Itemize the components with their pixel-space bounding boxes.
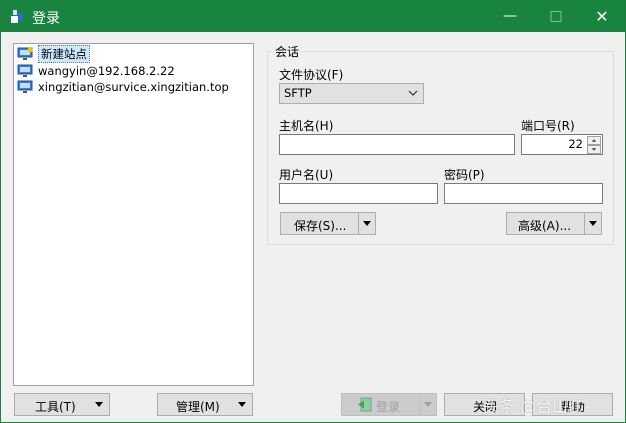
close-window-button[interactable]: ✕ xyxy=(579,1,625,32)
maximize-button[interactable]: □ xyxy=(533,1,579,32)
username-input[interactable] xyxy=(279,183,438,204)
session-group-label: 会话 xyxy=(273,43,302,60)
save-button-label: 保存(S)... xyxy=(294,219,347,233)
minimize-button[interactable]: — xyxy=(487,1,533,32)
protocol-select[interactable]: SFTP xyxy=(279,83,424,104)
port-label: 端口号(R) xyxy=(521,119,575,133)
winscp-app-icon xyxy=(11,10,23,23)
save-button[interactable]: 保存(S)... xyxy=(280,212,376,235)
dropdown-arrow-icon[interactable] xyxy=(359,213,376,234)
tools-button-label: 工具(T) xyxy=(35,400,76,414)
monitor-icon xyxy=(17,64,33,77)
protocol-value: SFTP xyxy=(284,86,312,100)
manage-button[interactable]: 管理(M) xyxy=(157,393,253,416)
site-item-new[interactable]: 新建站点 xyxy=(17,45,90,63)
new-site-monitor-icon xyxy=(17,47,33,60)
title-bar[interactable]: 登录 — □ ✕ xyxy=(1,1,625,32)
advanced-button-label: 高级(A)... xyxy=(518,219,572,233)
window-title: 登录 xyxy=(32,11,60,27)
site-tree[interactable]: 新建站点 wangyin@192.168.2.22 xingzitian@sur… xyxy=(13,43,254,386)
advanced-button[interactable]: 高级(A)... xyxy=(506,212,602,235)
site-item-wangyin[interactable]: wangyin@192.168.2.22 xyxy=(17,63,175,79)
dropdown-arrow-icon xyxy=(424,402,432,407)
manage-button-label: 管理(M) xyxy=(176,400,220,414)
site-item-xingzitian[interactable]: xingzitian@survice.xingzitian.top xyxy=(17,79,229,95)
password-label: 密码(P) xyxy=(444,168,485,182)
host-label: 主机名(H) xyxy=(279,119,334,133)
monitor-icon xyxy=(17,80,33,93)
port-value: 22 xyxy=(568,137,583,151)
tools-button[interactable]: 工具(T) xyxy=(14,393,110,416)
site-item-label: xingzitian@survice.xingzitian.top xyxy=(38,80,229,94)
password-input[interactable] xyxy=(444,183,603,204)
chevron-up-icon[interactable] xyxy=(587,136,601,145)
login-button-label: 登录 xyxy=(376,400,401,414)
port-stepper[interactable]: 22 xyxy=(521,134,603,155)
dropdown-arrow-icon xyxy=(238,402,246,407)
login-button[interactable]: 登录 xyxy=(341,393,437,416)
login-icon xyxy=(358,397,372,412)
dropdown-arrow-icon xyxy=(95,402,103,407)
site-item-label: 新建站点 xyxy=(38,45,90,63)
chevron-down-icon xyxy=(408,90,418,96)
watermark-text: 头条 @台山IT xyxy=(483,397,583,416)
protocol-label: 文件协议(F) xyxy=(279,68,344,82)
dropdown-arrow-icon[interactable] xyxy=(585,213,602,234)
site-item-label: wangyin@192.168.2.22 xyxy=(38,64,175,78)
login-dialog: 登录 — □ ✕ 新建站点 wangyin@192.168.2.22 xingz… xyxy=(0,0,626,423)
username-label: 用户名(U) xyxy=(279,168,334,182)
chevron-down-icon[interactable] xyxy=(587,145,601,154)
host-input[interactable] xyxy=(279,134,515,155)
